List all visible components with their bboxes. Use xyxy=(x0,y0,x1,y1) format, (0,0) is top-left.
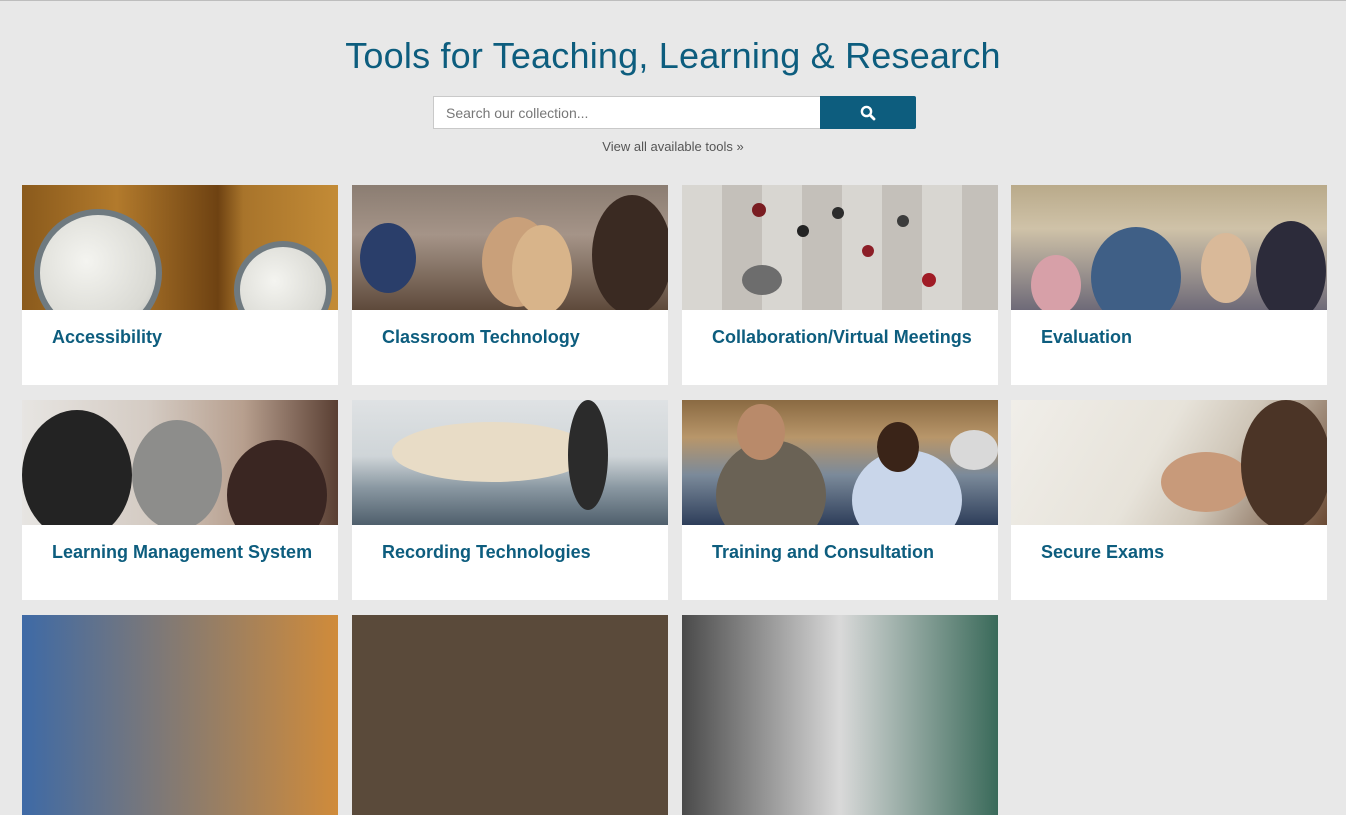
card-image xyxy=(352,400,668,525)
card-evaluation[interactable]: Evaluation xyxy=(1011,185,1327,385)
card-image xyxy=(682,400,998,525)
card-label: Learning Management System xyxy=(52,542,313,562)
card-learning-management-system[interactable]: Learning Management System xyxy=(22,400,338,600)
card-label: Accessibility xyxy=(52,327,163,347)
view-all-tools-link[interactable]: View all available tools » xyxy=(0,139,1346,154)
search-input[interactable] xyxy=(433,96,820,129)
card-secure-exams[interactable]: Secure Exams xyxy=(1011,400,1327,600)
card-image xyxy=(22,400,338,525)
card-image xyxy=(1011,400,1327,525)
card-image xyxy=(352,185,668,310)
card-image xyxy=(22,185,338,310)
card-partial[interactable] xyxy=(22,615,338,815)
card-recording-technologies[interactable]: Recording Technologies xyxy=(352,400,668,600)
page-title: Tools for Teaching, Learning & Research xyxy=(345,35,1001,76)
search-button[interactable] xyxy=(820,96,916,129)
card-partial[interactable] xyxy=(682,615,998,815)
card-classroom-technology[interactable]: Classroom Technology xyxy=(352,185,668,385)
card-image xyxy=(682,185,998,310)
card-label: Training and Consultation xyxy=(712,542,934,562)
card-label: Evaluation xyxy=(1041,327,1133,347)
card-training-and-consultation[interactable]: Training and Consultation xyxy=(682,400,998,600)
card-accessibility[interactable]: Accessibility xyxy=(22,185,338,385)
card-label: Classroom Technology xyxy=(382,327,580,347)
search-bar xyxy=(433,96,916,129)
card-image xyxy=(1011,185,1327,310)
card-label: Recording Technologies xyxy=(382,542,591,562)
search-icon xyxy=(860,105,876,120)
card-partial[interactable] xyxy=(352,615,668,815)
card-collaboration-virtual-meetings[interactable]: Collaboration/Virtual Meetings xyxy=(682,185,998,385)
card-label: Collaboration/Virtual Meetings xyxy=(712,327,972,347)
card-label: Secure Exams xyxy=(1041,542,1165,562)
